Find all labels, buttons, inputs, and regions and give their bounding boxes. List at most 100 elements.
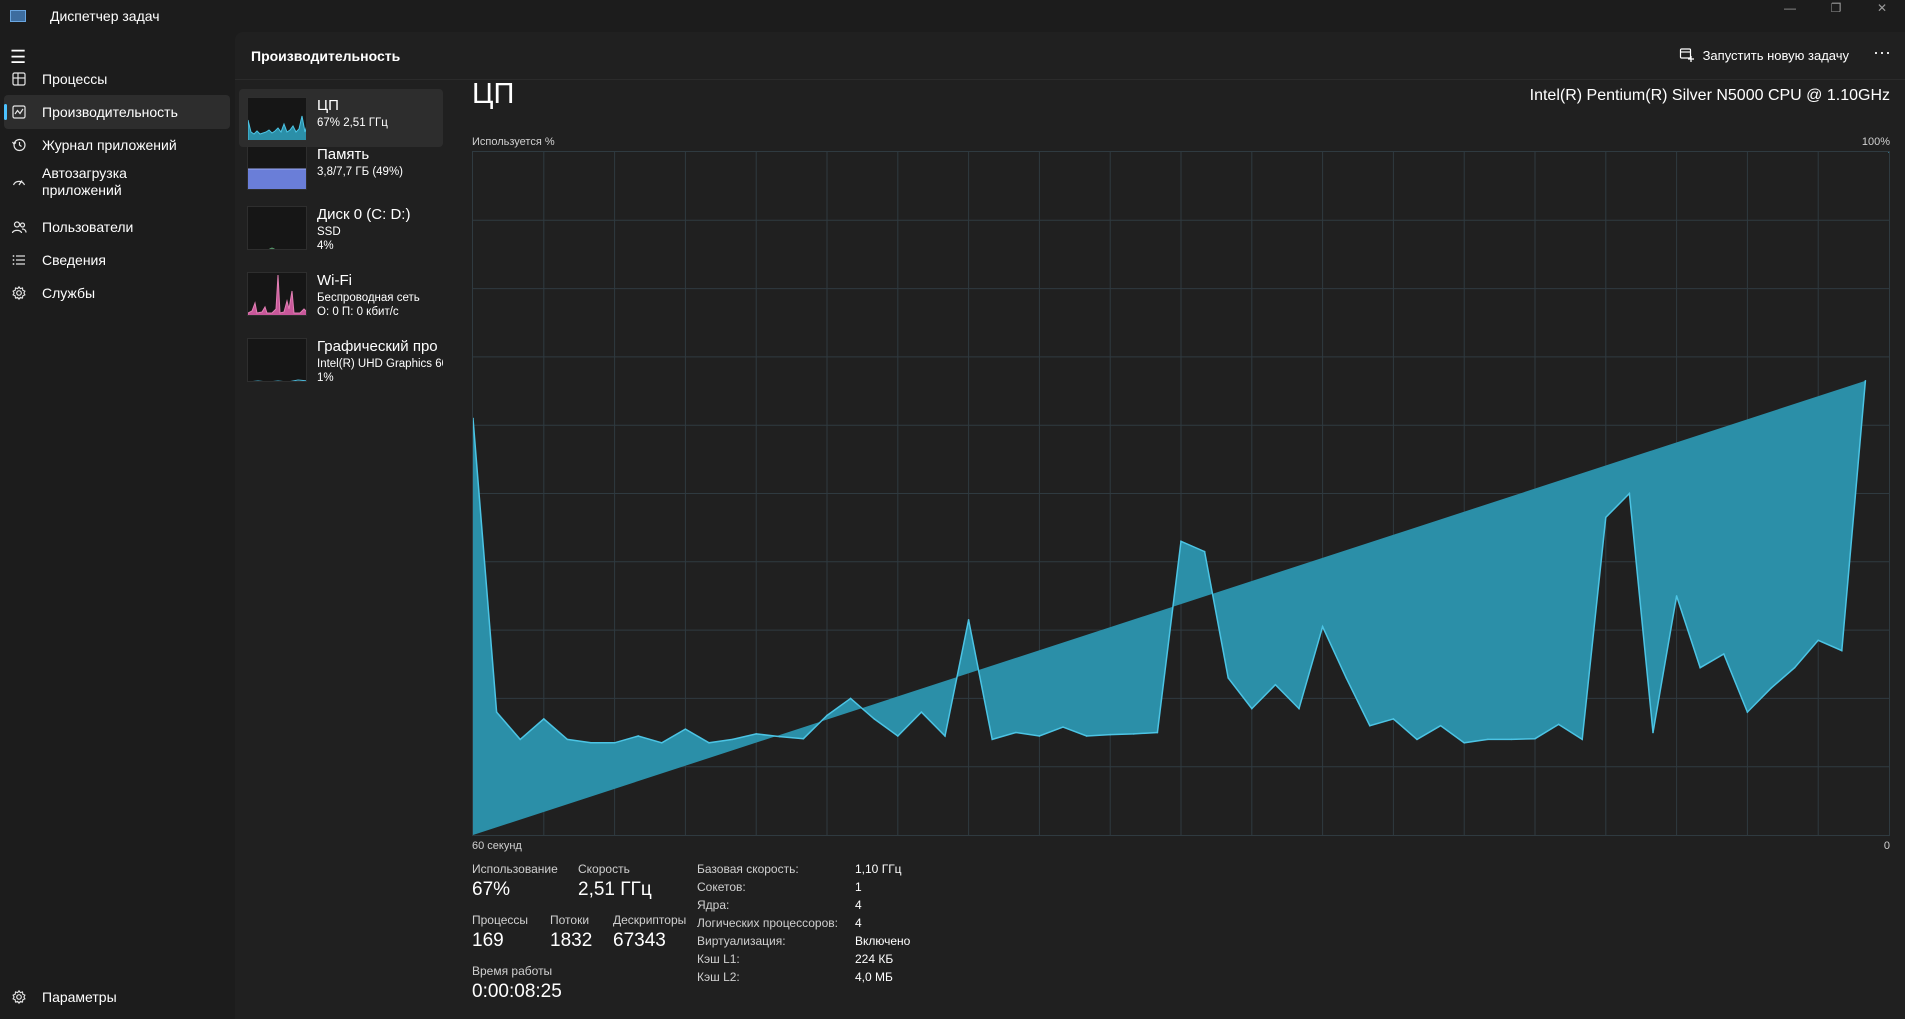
l2-cache-value: 4,0 МБ — [855, 970, 893, 984]
nav-item-users[interactable]: Пользователи — [4, 210, 230, 244]
cpu-usage-point — [495, 711, 498, 713]
cpu-usage-point — [1770, 687, 1772, 689]
cpu-usage-point — [991, 738, 993, 741]
handles-value: 67343 — [613, 930, 666, 951]
nav-label-users: Пользователи — [42, 218, 134, 235]
run-new-task-label: Запустить новую задачу — [1702, 47, 1849, 63]
main-content: Производительность Запустить новую задач… — [235, 32, 1905, 1019]
nav-item-details[interactable]: Сведения — [4, 243, 230, 277]
title-bar: Диспетчер задач — ❐ ✕ — [0, 0, 1905, 32]
details-icon — [10, 251, 28, 269]
cpu-usage-point — [1133, 733, 1135, 735]
cpu-model: Intel(R) Pentium(R) Silver N5000 CPU @ 1… — [1529, 87, 1890, 104]
wifi-thumbnail-graph — [247, 272, 307, 316]
nav-item-app-history[interactable]: Журнал приложений — [4, 128, 230, 162]
cpu-usage-point — [1251, 707, 1253, 710]
nav-label-services: Службы — [42, 284, 96, 301]
device-disk[interactable]: Диск 0 (C: D:) SSD 4% — [239, 198, 443, 256]
settings-gear-icon — [10, 988, 28, 1006]
sockets-value: 1 — [855, 880, 862, 894]
cpu-usage-point — [1817, 639, 1819, 642]
navigation-pane: ☰ Процессы Производительность Журнал при… — [0, 32, 235, 1019]
device-type: SSD — [317, 226, 341, 238]
page-title: Производительность — [251, 48, 401, 64]
cpu-usage-point — [779, 735, 781, 738]
cpu-usage-point — [1038, 735, 1041, 737]
cpu-usage-point — [1439, 724, 1442, 727]
minimize-button[interactable]: — — [1767, 0, 1813, 16]
startup-apps-icon — [10, 173, 28, 191]
run-new-task-button[interactable]: Запустить новую задачу — [1679, 47, 1849, 63]
close-button[interactable]: ✕ — [1859, 0, 1905, 16]
cpu-usage-point — [1345, 677, 1347, 679]
device-detail: 3,8/7,7 ГБ (49%) — [317, 166, 404, 178]
virtualization-label: Виртуализация: — [697, 934, 786, 948]
processes-icon — [10, 70, 28, 88]
device-list: ЦП 67% 2,51 ГГц Память 3,8/7,7 ГБ (49%) … — [235, 81, 451, 1019]
cpu-usage-point — [755, 733, 757, 735]
cpu-usage-point — [708, 741, 710, 744]
device-name: Диск 0 (C: D:) — [317, 206, 411, 223]
device-detail: 4% — [317, 240, 334, 252]
gpu-thumbnail-graph — [247, 338, 307, 382]
nav-item-startup-apps[interactable]: Автозагрузка приложений — [4, 161, 230, 203]
cpu-stats: Использование 67% Скорость 2,51 ГГц Проц… — [472, 862, 1872, 1019]
device-type: Беспроводная сеть — [317, 292, 420, 304]
device-wifi[interactable]: Wi-Fi Беспроводная сеть О: 0 П: 0 кбит/с — [239, 264, 443, 322]
uptime-value: 0:00:08:25 — [472, 981, 562, 1002]
nav-label-settings: Параметры — [42, 988, 117, 1005]
cpu-usage-point — [1156, 731, 1159, 734]
cpu-chart-svg — [472, 151, 1890, 835]
cpu-usage-point — [1321, 625, 1324, 628]
sockets-label: Сокетов: — [697, 880, 746, 894]
processes-value: 169 — [472, 930, 504, 951]
cpu-usage-point — [731, 738, 734, 741]
cpu-usage-point — [637, 735, 639, 737]
nav-item-services[interactable]: Службы — [4, 276, 230, 310]
nav-item-performance[interactable]: Производительность — [4, 95, 230, 129]
restore-button[interactable]: ❐ — [1813, 0, 1859, 16]
disk-thumbnail-graph — [247, 206, 307, 250]
cpu-title: ЦП — [472, 78, 515, 110]
cpu-usage-point — [590, 741, 592, 744]
device-memory[interactable]: Память 3,8/7,7 ГБ (49%) — [239, 138, 443, 196]
nav-item-settings[interactable]: Параметры — [4, 982, 230, 1012]
cpu-usage-point — [1392, 718, 1395, 720]
cpu-usage-chart — [472, 151, 1890, 836]
cpu-usage-point — [1227, 677, 1229, 679]
cpu-usage-point — [967, 619, 970, 621]
device-gpu[interactable]: Графический про Intel(R) UHD Graphics 60… — [239, 330, 443, 388]
device-name: Графический про — [317, 338, 438, 355]
speed-value: 2,51 ГГц — [578, 879, 652, 900]
window-controls: — ❐ ✕ — [1767, 0, 1905, 16]
cpu-usage-point — [1416, 738, 1418, 741]
cpu-usage-point — [920, 711, 923, 713]
cpu-usage-point — [1581, 738, 1583, 741]
nav-item-processes[interactable]: Процессы — [4, 62, 230, 96]
cpu-usage-point — [802, 737, 805, 740]
cpu-usage-point — [1298, 707, 1300, 710]
cpu-usage-point — [1274, 683, 1277, 686]
cpu-usage-point — [1793, 666, 1796, 669]
handles-label: Дескрипторы — [613, 913, 687, 927]
base-speed-value: 1,10 ГГц — [855, 862, 902, 876]
cpu-usage-point — [1534, 737, 1536, 740]
device-detail: 1% — [317, 372, 334, 384]
cpu-usage-point — [1062, 726, 1064, 728]
base-speed-label: Базовая скорость: — [697, 862, 799, 876]
services-icon — [10, 284, 28, 302]
cpu-usage-point — [1841, 649, 1843, 652]
cpu-usage-point — [1109, 733, 1111, 736]
l2-cache-label: Кэш L2: — [697, 970, 740, 984]
usage-label: Использование — [472, 862, 558, 876]
l1-cache-value: 224 КБ — [855, 952, 894, 966]
cpu-usage-point — [1605, 516, 1607, 519]
cpu-usage-point — [1723, 653, 1725, 655]
logical-processors-value: 4 — [855, 916, 862, 930]
more-options-button[interactable]: ··· — [1867, 42, 1897, 68]
threads-label: Потоки — [550, 913, 590, 927]
cpu-usage-point — [543, 718, 545, 720]
cpu-usage-point — [1628, 492, 1631, 495]
device-detail: О: 0 П: 0 кбит/с — [317, 306, 399, 318]
cores-value: 4 — [855, 898, 862, 912]
